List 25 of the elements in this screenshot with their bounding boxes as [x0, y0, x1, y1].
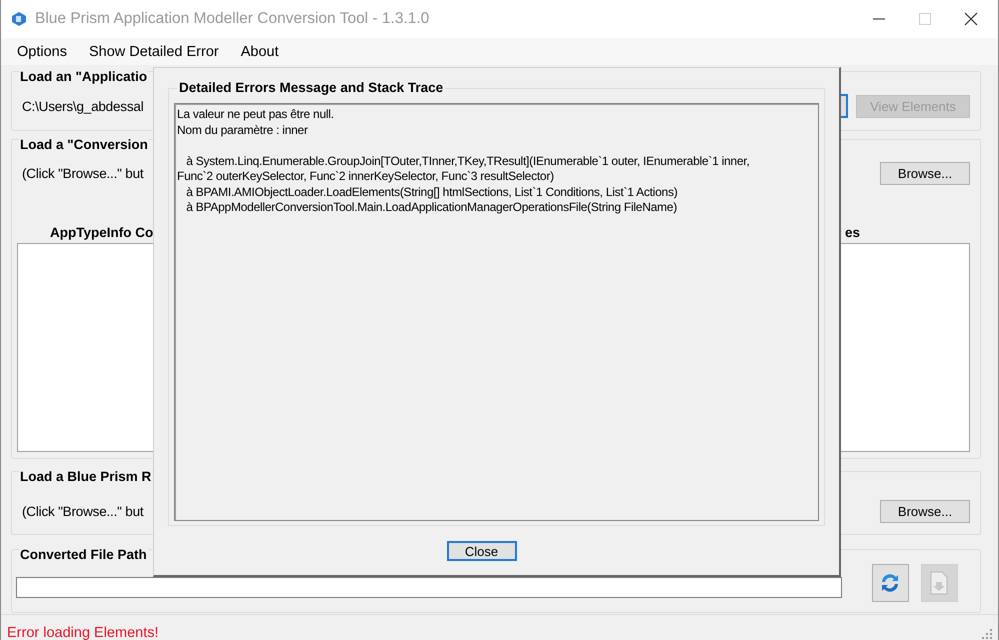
list-header: AppTypeInfo Co: [49, 225, 154, 240]
browse-button[interactable]: Browse...: [880, 500, 970, 523]
stack-trace-text: La valeur ne peut pas être null. Nom du paramètre : inner à System.Linq.Enumerable.GroupJoin[TOuter,TInner,TKey,TResult](IEnumerable`1 outer, IEnumerable`1 inner, Func`2 outerKeySelector, Func`2 innerKeySelector, Func`3 resultSelector) à BPAMI.AMIObjectLoader.LoadElements(String[] htmlSections, List`1 Conditions, List`1 Actions) à BPAppModellerConversionTool.Main.LoadApplicationManagerOperationsFile(String FileName): [174, 103, 819, 521]
group-title: Load a "Conversion: [19, 137, 149, 152]
hint-text: (Click "Browse..." but: [22, 166, 144, 181]
refresh-button[interactable]: [872, 564, 909, 602]
status-message: Error loading Elements!: [7, 624, 159, 640]
list-header: es: [844, 225, 860, 240]
menu-item[interactable]: Show Detailed Error: [80, 44, 227, 60]
output-path-field[interactable]: [16, 576, 842, 598]
app-logo-icon: [11, 11, 27, 27]
file-path: C:\Users\g_abdessal: [22, 98, 144, 114]
group-title: Converted File Path: [19, 547, 148, 562]
group-title: Load a Blue Prism R: [19, 469, 152, 484]
close-button[interactable]: Close: [446, 541, 516, 561]
resize-grip-icon: [982, 628, 992, 638]
group-title: Detailed Errors Message and Stack Trace: [177, 80, 446, 95]
menu-item[interactable]: About: [232, 44, 287, 60]
document-icon: [929, 571, 950, 595]
close-icon[interactable]: [964, 12, 978, 26]
menu-item[interactable]: Options: [9, 44, 75, 60]
hint-text: (Click "Browse..." but: [22, 504, 144, 519]
browse-button[interactable]: Browse...: [880, 162, 970, 185]
group-title: Load an "Applicatio: [19, 69, 148, 84]
window-title: Blue Prism Application Modeller Conversion Tool - 1.3.1.0: [35, 10, 430, 28]
